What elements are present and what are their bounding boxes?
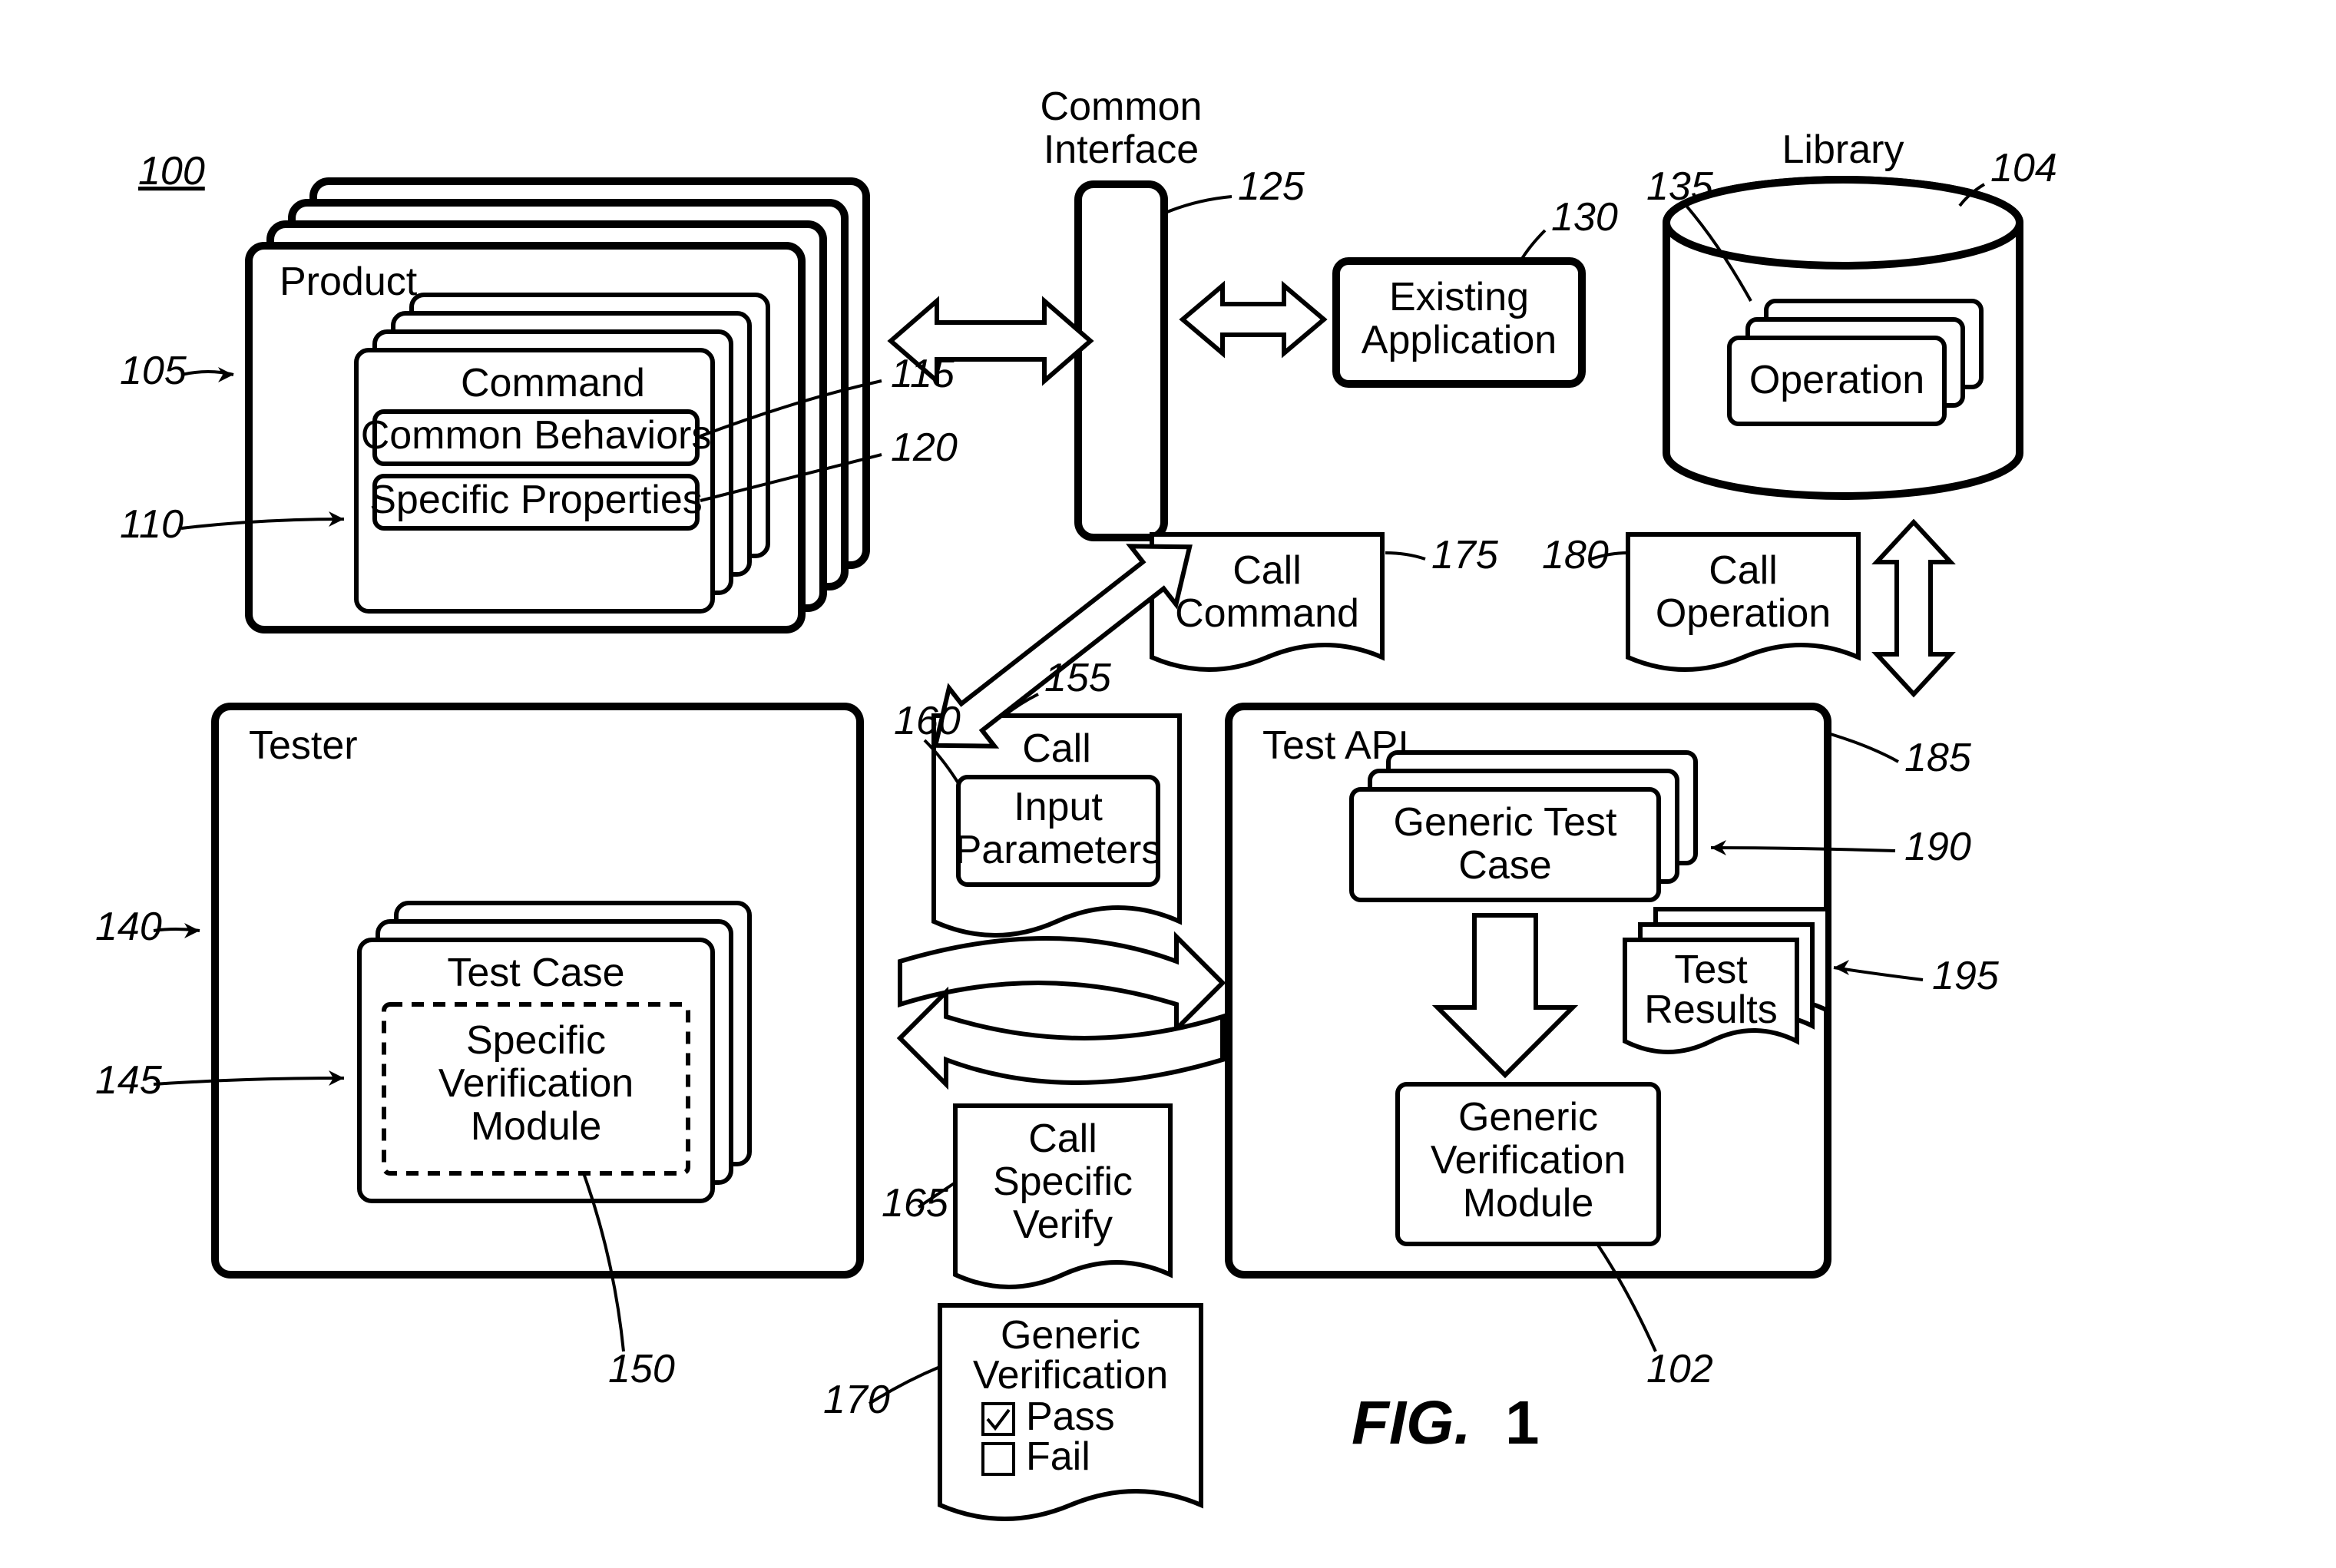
svg-text:Operation: Operation (1656, 591, 1831, 636)
call-operation-doc: Call Operation (1628, 534, 1858, 670)
ref-102: 102 (1646, 1347, 1713, 1391)
test-results-doc: Test Results (1625, 909, 1828, 1052)
svg-text:Specific: Specific (993, 1159, 1133, 1204)
common-behaviors-label: Common Behaviors (361, 413, 712, 458)
svg-text:Input: Input (1014, 785, 1103, 829)
svg-text:Common: Common (1041, 84, 1203, 129)
ref-110: 110 (120, 502, 184, 547)
svg-text:Verification: Verification (1431, 1138, 1626, 1183)
svg-text:Verification: Verification (973, 1353, 1168, 1398)
figure-label: FIG. 1 (1352, 1388, 1540, 1457)
common-interface: Common Interface (1041, 84, 1203, 538)
svg-text:Library: Library (1782, 127, 1904, 172)
ref-125: 125 (1238, 164, 1305, 209)
product-stack: Product Command Common Behaviors Specifi… (249, 181, 866, 630)
specific-properties-label: Specific Properties (369, 478, 703, 522)
ref-170: 170 (823, 1378, 890, 1422)
ref-105: 105 (120, 349, 187, 393)
ref-160: 160 (894, 699, 961, 743)
svg-text:Test: Test (1674, 948, 1748, 992)
svg-text:Existing: Existing (1389, 275, 1529, 319)
svg-text:Module: Module (471, 1104, 602, 1149)
tester-box: Tester Test Case Specific Verification M… (215, 706, 860, 1275)
svg-text:Parameters: Parameters (955, 828, 1162, 872)
ref-120: 120 (891, 425, 958, 470)
svg-text:Fail: Fail (1026, 1434, 1090, 1479)
ref-185: 185 (1904, 736, 1972, 780)
svg-text:Application: Application (1362, 318, 1557, 362)
figure-1-diagram: Product Command Common Behaviors Specifi… (0, 0, 2336, 1568)
test-api-box: Test API Generic Test Case Test Results … (1229, 706, 1828, 1275)
call-specific-verify-doc: Call Specific Verify (955, 1106, 1170, 1287)
ref-195: 195 (1932, 954, 2000, 998)
test-case-title: Test Case (447, 951, 624, 995)
ref-135: 135 (1646, 164, 1714, 209)
ref-104: 104 (1990, 146, 2057, 190)
operation-label: Operation (1749, 358, 1924, 402)
svg-text:Results: Results (1644, 987, 1777, 1032)
svg-text:Call: Call (1709, 548, 1778, 593)
svg-text:Call: Call (1022, 726, 1091, 771)
call-doc: Call Input Parameters (934, 716, 1180, 935)
svg-text:Generic: Generic (1458, 1095, 1598, 1140)
generic-verification-doc: Generic Verification Pass Fail (940, 1305, 1201, 1519)
svg-text:Specific: Specific (466, 1018, 606, 1063)
svg-text:Generic: Generic (1001, 1313, 1140, 1358)
existing-application: Existing Application (1336, 261, 1582, 384)
ref-115: 115 (891, 352, 955, 396)
ref-175: 175 (1431, 533, 1499, 577)
svg-text:Verification: Verification (438, 1061, 634, 1106)
ref-130: 130 (1551, 195, 1618, 240)
library-cylinder: Library Operation (1666, 127, 2020, 496)
svg-text:Generic Test: Generic Test (1394, 800, 1618, 845)
svg-text:Interface: Interface (1044, 127, 1199, 172)
svg-text:Case: Case (1458, 843, 1551, 888)
ref-140: 140 (95, 905, 162, 949)
double-arrow-icon (1183, 286, 1324, 353)
product-title: Product (280, 260, 418, 304)
ref-190: 190 (1904, 825, 1971, 869)
tester-title: Tester (249, 723, 358, 768)
svg-text:1: 1 (1505, 1388, 1540, 1457)
double-arrow-icon (1877, 522, 1951, 694)
svg-text:Module: Module (1463, 1181, 1594, 1226)
svg-text:Call: Call (1028, 1116, 1097, 1161)
svg-text:Call: Call (1233, 548, 1302, 593)
ref-155: 155 (1044, 656, 1112, 700)
svg-text:Verify: Verify (1013, 1202, 1113, 1247)
ref-150: 150 (608, 1347, 675, 1391)
svg-text:Pass: Pass (1026, 1394, 1115, 1439)
ref-100: 100 (138, 149, 205, 194)
ref-145: 145 (95, 1058, 163, 1103)
command-title: Command (461, 361, 645, 405)
svg-text:FIG.: FIG. (1352, 1388, 1471, 1457)
ref-165: 165 (882, 1181, 949, 1226)
svg-text:Command: Command (1175, 591, 1359, 636)
